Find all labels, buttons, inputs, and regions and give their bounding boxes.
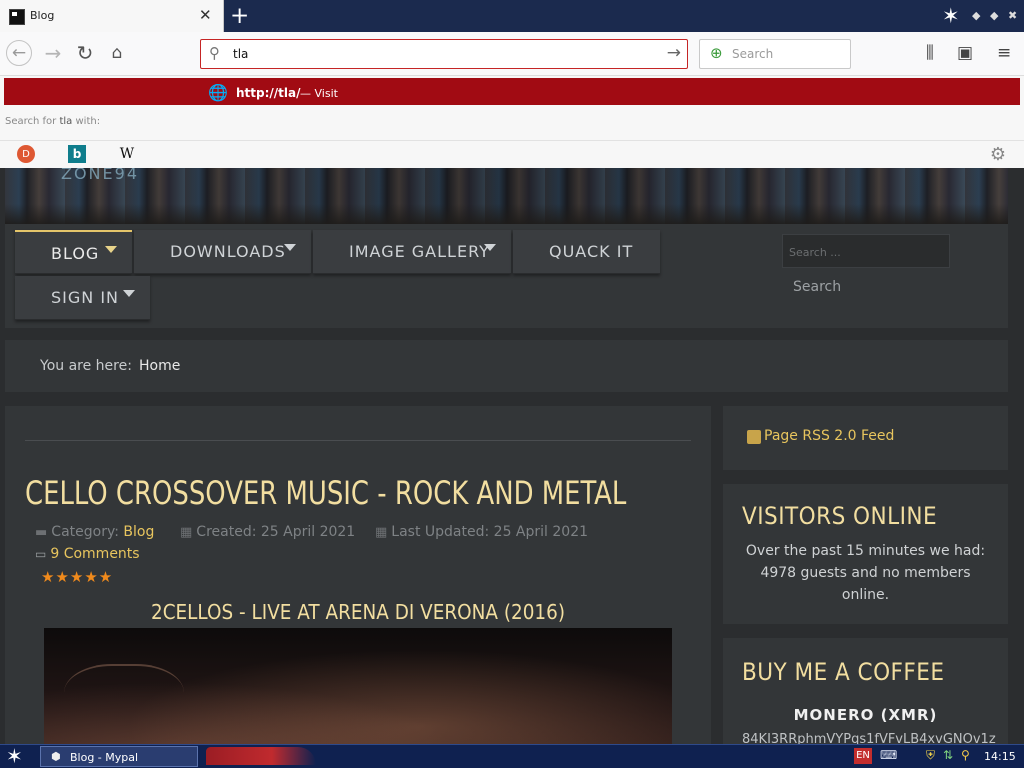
rating-stars[interactable]: ★★★★★	[41, 568, 113, 586]
gear-icon[interactable]: ⚙	[989, 144, 1007, 165]
breadcrumb-label: You are here:	[40, 358, 132, 374]
comments-link[interactable]: ▭ 9 Comments	[35, 546, 140, 562]
page-content: ZONE94 BLOG DOWNLOADS IMAGE GALLERY QUAC…	[0, 168, 1024, 744]
shield-icon[interactable]: ⛨	[926, 748, 935, 763]
site-search-input[interactable]: Search ...	[782, 234, 950, 268]
search-engine-icon: ⊕	[710, 44, 723, 62]
breadcrumb: You are here: Home	[5, 340, 1008, 392]
wikipedia-icon[interactable]: W	[118, 145, 136, 163]
home-icon: ⌂	[111, 43, 123, 63]
reload-button[interactable]: ↻	[72, 40, 98, 66]
forward-button[interactable]: →	[40, 40, 66, 66]
site-favicon-icon	[9, 9, 25, 25]
coffee-box: BUY ME A COFFEE MONERO (XMR) 84KI3RRphmV…	[723, 638, 1008, 744]
home-button[interactable]: ⌂	[104, 40, 130, 66]
taskbar-window-title: Blog - Mypal	[70, 751, 139, 764]
visitors-title: VISITORS ONLINE	[742, 502, 938, 530]
menu-item-blog[interactable]: BLOG	[15, 230, 132, 274]
suggestion-url: http://tla/	[236, 86, 301, 100]
search-icon: ⚲	[209, 44, 220, 62]
comment-icon: ▭	[35, 547, 47, 561]
network-icon[interactable]: ⇅	[943, 748, 953, 762]
monero-address: 84KI3RRphmVYPqs1fVFvLB4xvGNOv1z	[742, 732, 996, 744]
new-tab-button[interactable]: +	[230, 2, 249, 30]
article: CELLO CROSSOVER MUSIC - ROCK AND METAL ▬…	[5, 406, 711, 744]
article-subheading: 2CELLOS - LIVE AT ARENA DI VERONA (2016)	[150, 600, 566, 624]
go-arrow-icon[interactable]: →	[667, 43, 681, 63]
caret-down-icon	[284, 244, 296, 251]
site-banner: ZONE94	[5, 168, 1008, 224]
url-autocomplete-popup: 🌐 http://tla/ — Visit Search for tla wit…	[0, 76, 1024, 168]
bing-icon[interactable]: b	[68, 145, 86, 163]
article-updated: ▦ Last Updated: 25 April 2021	[375, 524, 589, 540]
rss-icon	[747, 430, 761, 444]
article-title[interactable]: CELLO CROSSOVER MUSIC - ROCK AND METAL	[25, 474, 626, 512]
arrow-right-icon: →	[44, 41, 62, 65]
taskbar-window-button[interactable]: ⬢ Blog - Mypal	[40, 746, 198, 767]
menu-item-image-gallery[interactable]: IMAGE GALLERY	[313, 230, 511, 274]
divider	[25, 440, 691, 441]
search-for-label: Search for tla with:	[5, 116, 101, 127]
suggestion-row-visit[interactable]: 🌐 http://tla/ — Visit	[4, 78, 1020, 105]
back-button[interactable]: ←	[6, 40, 32, 66]
calendar-icon: ▦	[180, 525, 193, 540]
rss-box: Page RSS 2.0 Feed	[723, 406, 1008, 470]
navigation-toolbar: ← → ↻ ⌂ ⚲ tla → ⊕ Search ⫼ ▣ ≡	[0, 32, 1024, 76]
calendar-icon: ▦	[375, 525, 388, 540]
sidebar-icon[interactable]: ▣	[957, 43, 973, 63]
article-created: ▦ Created: 25 April 2021	[180, 524, 356, 540]
category-link[interactable]: Blog	[123, 524, 154, 540]
tab-strip: Blog ✕ + ✶ ◆ ◆ ✖	[0, 0, 1024, 33]
caret-down-icon	[105, 246, 117, 253]
search-engine-row: D b W ⚙	[0, 140, 1024, 168]
globe-icon: 🌐	[208, 83, 228, 102]
article-category: ▬ Category: Blog	[35, 524, 155, 540]
star-icon: ✶	[942, 4, 960, 28]
coffee-title: BUY ME A COFFEE	[742, 658, 945, 686]
maximize-icon[interactable]: ◆	[990, 9, 998, 22]
visitors-box: VISITORS ONLINE Over the past 15 minutes…	[723, 484, 1008, 624]
site-search-button[interactable]: Search	[782, 270, 850, 304]
duckduckgo-icon[interactable]: D	[17, 145, 35, 163]
close-window-icon[interactable]: ✖	[1008, 9, 1017, 22]
search-tray-icon[interactable]: ⚲	[961, 748, 970, 762]
caret-down-icon	[484, 244, 496, 251]
arrow-left-icon: ←	[11, 43, 27, 63]
site-logo[interactable]: ZONE94	[61, 168, 139, 183]
rss-link[interactable]: Page RSS 2.0 Feed	[764, 428, 894, 444]
close-tab-icon[interactable]: ✕	[199, 6, 212, 24]
breadcrumb-home-link[interactable]: Home	[139, 358, 180, 374]
menu-icon[interactable]: ≡	[997, 43, 1011, 63]
language-indicator[interactable]: EN	[854, 748, 872, 764]
tab-blog[interactable]: Blog ✕	[0, 0, 224, 33]
library-icon[interactable]: ⫼	[926, 43, 934, 63]
video-embed[interactable]	[44, 628, 672, 744]
minimize-icon[interactable]: ◆	[972, 9, 980, 22]
tab-title: Blog	[30, 9, 55, 22]
search-bar[interactable]: ⊕ Search	[699, 39, 851, 69]
menu-item-downloads[interactable]: DOWNLOADS	[134, 230, 311, 274]
search-bar-placeholder[interactable]: Search	[732, 47, 773, 61]
taskbar-decoration	[206, 747, 316, 765]
clock: 14:15	[984, 750, 1016, 763]
menu-item-sign-in[interactable]: SIGN IN	[15, 276, 150, 320]
caret-down-icon	[123, 290, 135, 297]
monero-label: MONERO (XMR)	[793, 706, 938, 724]
reload-icon: ↻	[76, 41, 94, 65]
taskbar: ✶ ⬢ Blog - Mypal EN ⌨ ⛨ ⇅ ⚲ 14:15	[0, 744, 1024, 768]
menu-item-quack-it[interactable]: QUACK IT	[513, 230, 660, 274]
keyboard-icon[interactable]: ⌨	[880, 748, 897, 762]
folder-icon: ▬	[35, 525, 48, 540]
url-input-value[interactable]: tla	[233, 47, 248, 61]
url-bar[interactable]: ⚲ tla →	[200, 39, 688, 69]
visitors-text: Over the past 15 minutes we had: 4978 gu…	[745, 543, 986, 603]
suggestion-action: — Visit	[300, 87, 338, 100]
start-button[interactable]: ✶	[6, 745, 23, 767]
browser-icon: ⬢	[51, 750, 61, 763]
